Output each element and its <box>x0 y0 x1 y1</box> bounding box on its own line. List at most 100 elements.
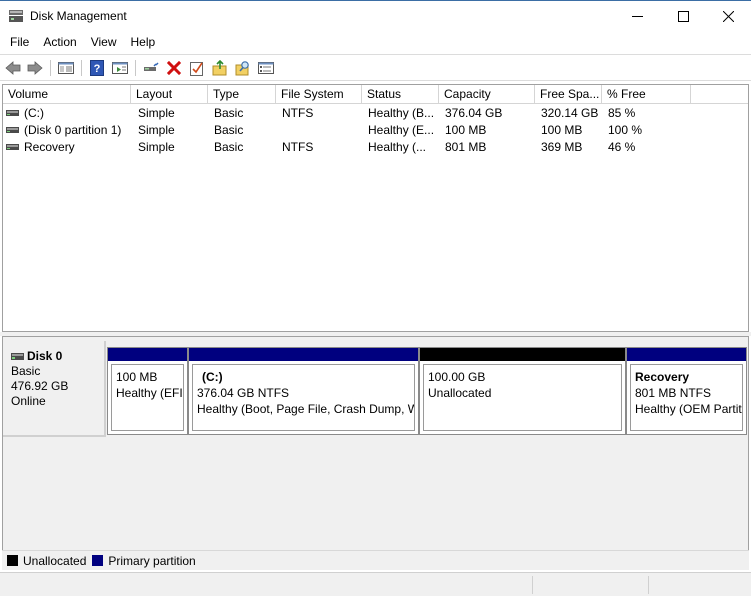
maximize-icon <box>677 10 689 22</box>
cell-percent-free: 85 % <box>608 106 636 120</box>
cell-layout: Simple <box>138 123 175 137</box>
delete-button[interactable] <box>165 59 183 77</box>
cell-status: Healthy (... <box>368 140 427 154</box>
delete-icon <box>167 61 181 75</box>
status-bar-divider <box>648 576 649 594</box>
column-header-percent-free[interactable]: % Free <box>602 85 691 103</box>
new-folder-button[interactable] <box>211 59 229 77</box>
properties-button[interactable] <box>257 59 275 77</box>
checklist-button[interactable] <box>188 59 206 77</box>
partition-status: Healthy (Boot, Page File, Crash Dump, W <box>197 402 415 416</box>
column-header-volume[interactable]: Volume <box>3 85 131 103</box>
partition-type-bar <box>189 348 418 361</box>
disk-name: Disk 0 <box>27 349 63 363</box>
disk-type: Basic <box>11 364 41 378</box>
volume-icon <box>6 144 19 150</box>
search-button[interactable] <box>234 59 252 77</box>
volume-list[interactable]: Volume Layout Type File System Status Ca… <box>2 84 749 332</box>
volume-icon <box>6 127 19 133</box>
cell-file-system: NTFS <box>282 106 314 120</box>
toolbar-separator <box>50 60 51 76</box>
minimize-icon <box>631 15 643 17</box>
column-header-layout[interactable]: Layout <box>131 85 208 103</box>
connect-icon <box>144 62 159 71</box>
minimize-button[interactable] <box>614 1 660 31</box>
cell-volume: (Disk 0 partition 1) <box>24 123 122 137</box>
column-header-capacity[interactable]: Capacity <box>439 85 535 103</box>
cell-volume: (C:) <box>24 106 44 120</box>
svg-text:?: ? <box>94 63 101 75</box>
column-header-status[interactable]: Status <box>362 85 439 103</box>
partition-c[interactable]: (C:) 376.04 GB NTFS Healthy (Boot, Page … <box>188 347 419 435</box>
close-icon <box>722 10 734 22</box>
disk-label[interactable]: Disk 0 Basic 476.92 GB Online <box>3 341 106 437</box>
partition-size: 100.00 GB <box>428 370 486 384</box>
partition-size: 100 MB <box>116 370 158 384</box>
legend-swatch-unallocated <box>7 555 18 566</box>
cell-free-space: 100 MB <box>541 123 583 137</box>
legend-label-primary: Primary partition <box>108 553 196 568</box>
cell-type: Basic <box>214 123 244 137</box>
partition-unallocated[interactable]: 100.00 GB Unallocated <box>419 347 626 435</box>
volume-row-recovery[interactable]: Recovery Simple Basic NTFS Healthy (... … <box>3 139 748 156</box>
cell-percent-free: 100 % <box>608 123 643 137</box>
back-icon <box>5 61 21 75</box>
cell-status: Healthy (B... <box>368 106 435 120</box>
disk-management-app-icon <box>9 10 23 22</box>
menu-file[interactable]: File <box>3 32 36 52</box>
volume-icon <box>6 110 19 116</box>
menu-help[interactable]: Help <box>124 32 163 52</box>
cell-capacity: 801 MB <box>445 140 487 154</box>
checklist-icon <box>190 62 203 76</box>
partition-recovery[interactable]: Recovery 801 MB NTFS Healthy (OEM Partit <box>626 347 747 435</box>
cell-free-space: 369 MB <box>541 140 583 154</box>
cell-type: Basic <box>214 140 244 154</box>
toolbar-separator <box>81 60 82 76</box>
partition-efi[interactable]: 100 MB Healthy (EFI <box>107 347 188 435</box>
search-icon <box>235 61 249 76</box>
maximize-button[interactable] <box>660 1 706 31</box>
status-bar <box>0 572 751 596</box>
cell-type: Basic <box>214 106 244 120</box>
menu-bar: File Action View Help <box>0 31 751 53</box>
new-folder-icon <box>212 60 227 76</box>
graphical-disk-view: Disk 0 Basic 476.92 GB Online 100 MB Hea… <box>2 336 749 570</box>
back-button[interactable] <box>4 59 22 77</box>
disk-icon <box>11 353 24 360</box>
help-button[interactable]: ? <box>88 59 106 77</box>
cell-layout: Simple <box>138 106 175 120</box>
volume-row-c[interactable]: (C:) Simple Basic NTFS Healthy (B... 376… <box>3 105 748 122</box>
legend-label-unallocated: Unallocated <box>23 553 87 568</box>
cell-percent-free: 46 % <box>608 140 636 154</box>
console-tree-button[interactable] <box>57 59 75 77</box>
connect-button[interactable] <box>142 59 160 77</box>
cell-file-system <box>277 122 362 139</box>
column-header-file-system[interactable]: File System <box>276 85 362 103</box>
cell-file-system: NTFS <box>282 140 314 154</box>
legend: Unallocated Primary partition <box>2 550 749 570</box>
column-header-free-space[interactable]: Free Spa... <box>535 85 602 103</box>
close-button[interactable] <box>705 1 751 31</box>
cell-capacity: 100 MB <box>445 123 487 137</box>
partition-status: Unallocated <box>428 386 492 400</box>
disk-size: 476.92 GB <box>11 379 69 393</box>
toolbar: ? <box>0 54 751 81</box>
menu-view[interactable]: View <box>84 32 124 52</box>
menu-action[interactable]: Action <box>36 32 83 52</box>
cell-status: Healthy (E... <box>368 123 435 137</box>
partition-name: Recovery <box>635 370 690 384</box>
partition-status: Healthy (OEM Partit <box>635 402 742 416</box>
partition-type-bar <box>420 348 625 361</box>
show-pane-button[interactable] <box>111 59 129 77</box>
column-header-type[interactable]: Type <box>208 85 276 103</box>
console-tree-icon <box>58 62 74 74</box>
cell-free-space: 320.14 GB <box>541 106 599 120</box>
toolbar-separator <box>135 60 136 76</box>
cell-layout: Simple <box>138 140 175 154</box>
forward-button[interactable] <box>26 59 44 77</box>
disk-state: Online <box>11 394 46 408</box>
partition-status: Healthy (EFI <box>116 386 183 400</box>
properties-icon <box>258 62 274 74</box>
title-bar: Disk Management <box>0 0 751 31</box>
volume-row-disk0-partition1[interactable]: (Disk 0 partition 1) Simple Basic Health… <box>3 122 748 139</box>
